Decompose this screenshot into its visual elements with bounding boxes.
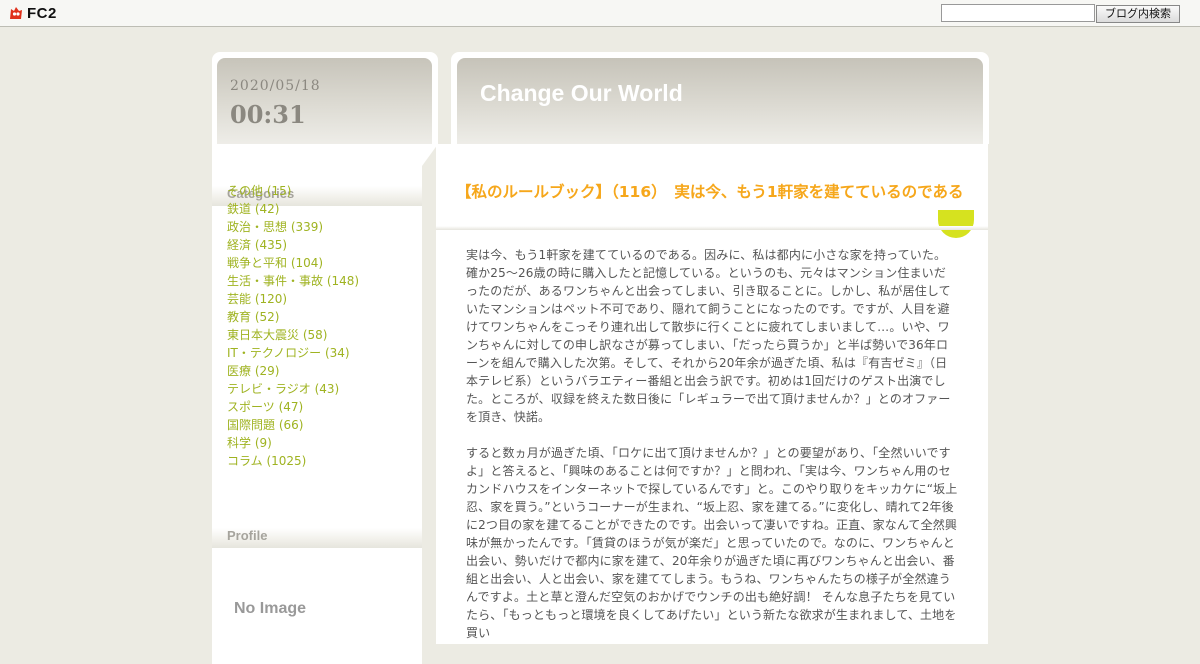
category-link[interactable]: 政治・思想 (339): [227, 218, 359, 236]
blog-search-input[interactable]: [941, 4, 1095, 22]
category-link[interactable]: IT・テクノロジー (34): [227, 344, 359, 362]
entry-time: 00:31: [230, 100, 306, 129]
category-link[interactable]: スポーツ (47): [227, 398, 359, 416]
category-link[interactable]: 教育 (52): [227, 308, 359, 326]
category-link[interactable]: テレビ・ラジオ (43): [227, 380, 359, 398]
blog-header: Change Our World: [451, 52, 989, 144]
category-link[interactable]: 鉄道 (42): [227, 200, 359, 218]
category-link[interactable]: 経済 (435): [227, 236, 359, 254]
category-link[interactable]: 生活・事件・事故 (148): [227, 272, 359, 290]
fc2-logo-icon: [10, 7, 22, 19]
fc2-logo-text: FC2: [27, 4, 57, 22]
title-decoration-dot: [938, 210, 974, 238]
category-link[interactable]: 国際問題 (66): [227, 416, 359, 434]
left-column: 2020/05/18 00:31 Categories Profile その他 …: [212, 52, 438, 664]
main-content: 【私のルールブック】（116） 実は今、もう1軒家を建てているのである 実は今、…: [436, 144, 988, 644]
date-panel: 2020/05/18 00:31: [212, 52, 438, 144]
profile-heading: Profile: [212, 528, 422, 548]
category-link[interactable]: 科学 (9): [227, 434, 359, 452]
entry-title-divider: [436, 226, 988, 230]
fc2-logo[interactable]: FC2: [8, 4, 57, 22]
profile-no-image: No Image: [234, 600, 307, 617]
category-link[interactable]: 東日本大震災 (58): [227, 326, 359, 344]
category-link[interactable]: コラム (1025): [227, 452, 359, 470]
fc2-topbar: FC2 ブログ内検索: [0, 0, 1200, 27]
category-list: その他 (15) 鉄道 (42) 政治・思想 (339) 経済 (435) 戦争…: [227, 182, 359, 470]
entry-title[interactable]: 【私のルールブック】（116） 実は今、もう1軒家を建てているのである: [456, 180, 986, 204]
blog-search-button[interactable]: ブログ内検索: [1096, 5, 1180, 23]
date-panel-inner: 2020/05/18 00:31: [217, 58, 432, 144]
profile-heading-label: Profile: [227, 528, 268, 543]
blog-title[interactable]: Change Our World: [480, 80, 683, 107]
entry-date: 2020/05/18: [230, 78, 321, 94]
category-link[interactable]: 戦争と平和 (104): [227, 254, 359, 272]
entry-paragraph: 実は今、もう1軒家を建てているのである。因みに、私は都内に小さな家を持っていた。…: [466, 248, 951, 424]
category-link[interactable]: 芸能 (120): [227, 290, 359, 308]
entry-body: 実は今、もう1軒家を建てているのである。因みに、私は都内に小さな家を持っていた。…: [466, 246, 958, 660]
entry-paragraph: すると数ヵ月が過ぎた頃、「ロケに出て頂けませんか？」との要望があり、「全然いいで…: [466, 446, 958, 640]
blog-header-inner: Change Our World: [457, 58, 983, 144]
category-link[interactable]: 医療 (29): [227, 362, 359, 380]
category-link[interactable]: その他 (15): [227, 182, 359, 200]
